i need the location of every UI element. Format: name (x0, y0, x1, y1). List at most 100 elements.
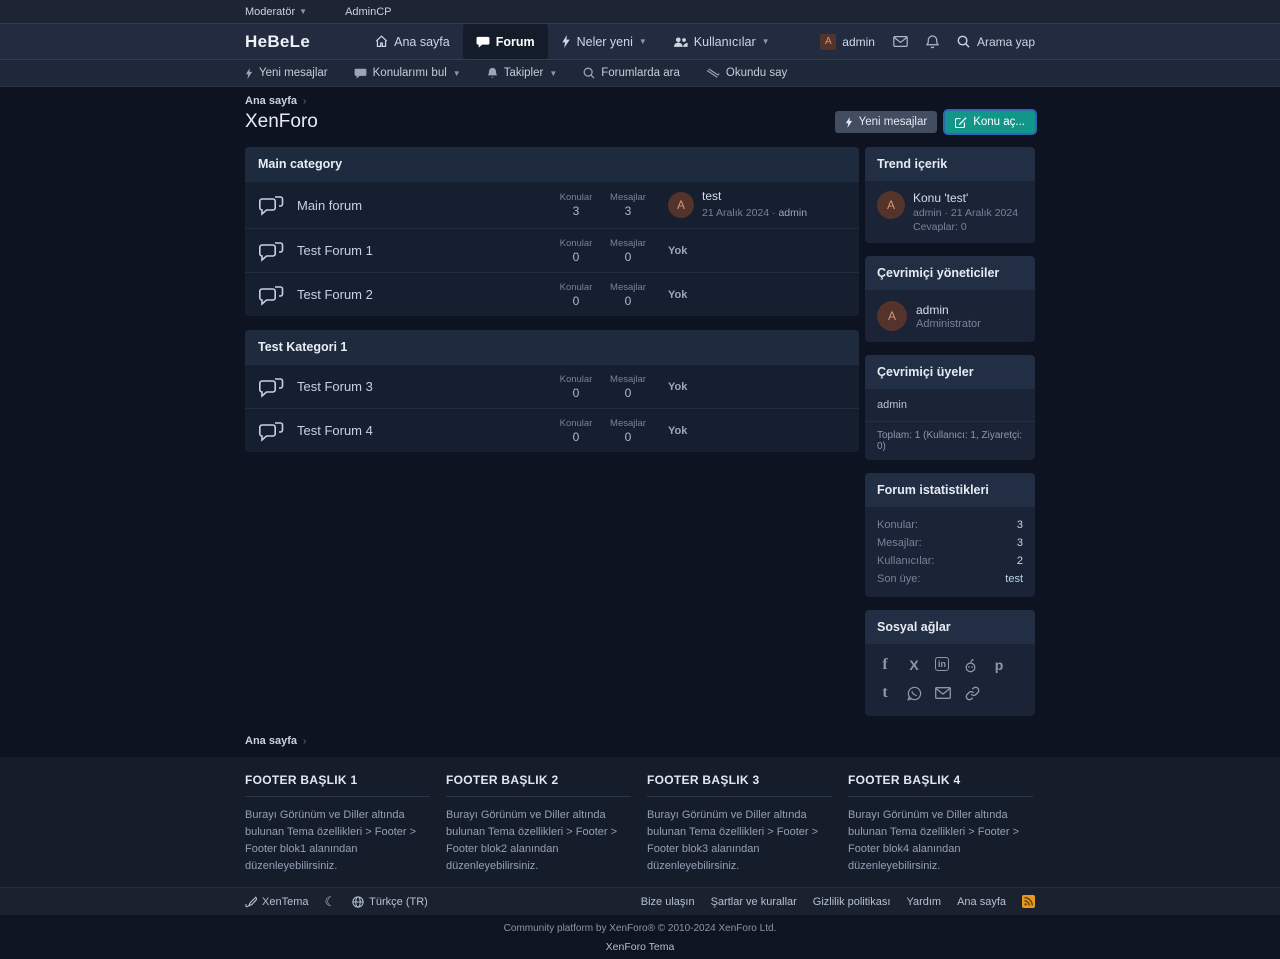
nav-kullanicilar[interactable]: Kullanıcılar ▼ (660, 24, 783, 59)
footer-link-terms[interactable]: Şartlar ve kurallar (711, 896, 797, 908)
forum-link[interactable]: Test Forum 2 (297, 287, 550, 302)
nav-forum[interactable]: Forum (463, 24, 548, 59)
envelope-icon (893, 36, 908, 47)
avatar: A (820, 34, 836, 50)
no-posts-label: Yok (668, 381, 687, 393)
rss-icon[interactable] (1022, 895, 1035, 908)
site-logo[interactable]: HeBeLe (245, 32, 310, 52)
chevron-right-icon: › (303, 736, 306, 747)
subnav-konularimi-bul[interactable]: Konularımı bul ▼ (354, 67, 461, 79)
last-post-link[interactable]: test (702, 189, 807, 203)
account-menu[interactable]: A admin (820, 34, 875, 50)
topics-stat: Konular0 (550, 374, 602, 400)
forum-link[interactable]: Test Forum 1 (297, 243, 550, 258)
trending-replies: Cevaplar: 0 (913, 221, 1018, 233)
nav-neler-yeni[interactable]: Neler yeni ▼ (548, 24, 660, 59)
link-icon[interactable] (964, 685, 980, 701)
topics-stat: Konular0 (550, 282, 602, 308)
forum-row: Test Forum 4 Konular0 Mesajlar0 Yok (245, 408, 859, 452)
trending-meta: admin · 21 Aralık 2024 (913, 207, 1018, 219)
trending-item: A Konu 'test' admin · 21 Aralık 2024 Cev… (865, 181, 1035, 243)
moderator-menu[interactable]: Moderatör ▼ (245, 6, 307, 18)
footer-column-1: FOOTER BAŞLIK 1 Burayı Görünüm ve Diller… (245, 773, 430, 875)
forum-link[interactable]: Test Forum 4 (297, 423, 550, 438)
last-post-cell: A test 21 Aralık 2024 · admin (668, 189, 846, 221)
avatar[interactable]: A (877, 191, 905, 219)
no-posts-label: Yok (668, 245, 687, 257)
forum-row: Test Forum 3 Konular0 Mesajlar0 Yok (245, 364, 859, 408)
bell-icon (487, 67, 498, 79)
subnav-okundu-say[interactable]: Okundu say (706, 67, 787, 79)
forum-chat-icon (258, 194, 288, 216)
staff-role: Administrator (916, 318, 981, 330)
facebook-icon[interactable]: f (877, 657, 893, 673)
whatsapp-icon[interactable] (906, 685, 922, 701)
pinterest-icon[interactable]: p (991, 657, 1007, 673)
users-icon (673, 36, 688, 48)
sub-nav: Yeni mesajlar Konularımı bul ▼ Takipler … (0, 60, 1280, 87)
forum-row: Main forum Konular3 Mesajlar3 A test 21 … (245, 181, 859, 228)
footer-column-title: FOOTER BAŞLIK 3 (647, 773, 832, 797)
compose-icon (955, 116, 967, 128)
footer-column-title: FOOTER BAŞLIK 2 (446, 773, 631, 797)
moderator-label: Moderatör (245, 6, 295, 18)
online-member-link[interactable]: admin (877, 399, 907, 411)
topics-stat: Konular3 (550, 192, 602, 218)
footer-link-home[interactable]: Ana sayfa (957, 896, 1006, 908)
admincp-link[interactable]: AdminCP (345, 6, 391, 18)
main-nav: Ana sayfa Forum Neler yeni ▼ Kullanıcıla… (362, 24, 782, 59)
reddit-icon[interactable] (962, 657, 978, 673)
forum-row: Test Forum 1 Konular0 Mesajlar0 Yok (245, 228, 859, 272)
search-button[interactable]: Arama yap (957, 35, 1035, 49)
subnav-takipler[interactable]: Takipler ▼ (487, 67, 558, 79)
stat-row: Konular:3 (865, 516, 1035, 534)
email-icon[interactable] (935, 685, 951, 701)
linkedin-icon[interactable]: in (935, 657, 949, 671)
theme-credit-link[interactable]: XenForo Tema (606, 941, 675, 953)
dark-mode-toggle[interactable]: ☾ (324, 894, 336, 910)
bolt-icon (245, 68, 253, 79)
tumblr-icon[interactable]: t (877, 685, 893, 701)
search-icon (957, 35, 970, 48)
copyright-text: Community platform by XenForo® © 2010-20… (0, 923, 1280, 934)
category-title: Main category (245, 147, 859, 181)
last-post-cell: Yok (668, 289, 846, 301)
category-block-main: Main category Main forum Konular3 Mesajl… (245, 147, 859, 316)
forum-link[interactable]: Main forum (297, 198, 550, 213)
main-header: HeBeLe Ana sayfa Forum Neler yeni ▼ Kull… (0, 24, 1280, 60)
footer-link-contact[interactable]: Bize ulaşın (641, 896, 695, 908)
new-topic-button[interactable]: Konu aç... (945, 111, 1035, 133)
chat-icon (354, 68, 367, 79)
inbox-button[interactable] (893, 36, 908, 47)
avatar[interactable]: A (877, 301, 907, 331)
subnav-forumlarda-ara[interactable]: Forumlarda ara (583, 67, 680, 79)
latest-member-link[interactable]: test (1005, 573, 1023, 585)
chevron-down-icon: ▼ (453, 69, 461, 78)
trending-topic-link[interactable]: Konu 'test' (913, 191, 1018, 205)
forum-link[interactable]: Test Forum 3 (297, 379, 550, 394)
breadcrumb-bottom: Ana sayfa › (245, 729, 1035, 757)
home-icon (375, 35, 388, 48)
alerts-button[interactable] (926, 35, 939, 49)
footer-column-text: Burayı Görünüm ve Diller altında bulunan… (446, 807, 631, 875)
staff-name-link[interactable]: admin (916, 303, 981, 317)
nav-ana-sayfa[interactable]: Ana sayfa (362, 24, 463, 59)
forum-stats-widget: Forum istatistikleri Konular:3 Mesajlar:… (865, 473, 1035, 597)
x-twitter-icon[interactable]: X (906, 657, 922, 673)
footer-column-text: Burayı Görünüm ve Diller altında bulunan… (245, 807, 430, 875)
breadcrumb-home[interactable]: Ana sayfa (245, 95, 297, 107)
stat-row: Son üye:test (865, 570, 1035, 588)
style-chooser[interactable]: XenTema (245, 896, 308, 908)
widget-title: Sosyal ağlar (865, 610, 1035, 644)
footer-link-privacy[interactable]: Gizlilik politikası (813, 896, 891, 908)
social-widget: Sosyal ağlar f X in p t (865, 610, 1035, 716)
last-post-cell: Yok (668, 425, 846, 437)
new-posts-button[interactable]: Yeni mesajlar (835, 111, 938, 133)
subnav-yeni-mesajlar[interactable]: Yeni mesajlar (245, 67, 328, 79)
breadcrumb-home[interactable]: Ana sayfa (245, 735, 297, 747)
forum-chat-icon (258, 240, 288, 262)
last-post-meta: 21 Aralık 2024 · admin (702, 207, 807, 219)
language-chooser[interactable]: Türkçe (TR) (352, 896, 428, 908)
footer-link-help[interactable]: Yardım (906, 896, 941, 908)
avatar[interactable]: A (668, 192, 694, 218)
